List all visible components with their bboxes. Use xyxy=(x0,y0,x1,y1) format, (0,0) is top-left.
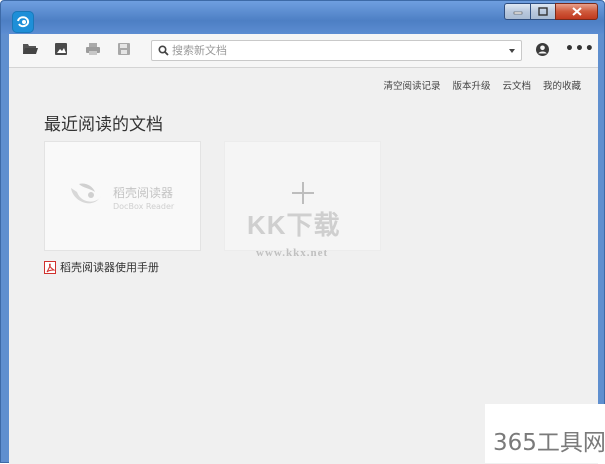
toolbar: ••• xyxy=(9,34,598,68)
print-icon[interactable] xyxy=(85,42,103,58)
upgrade-link[interactable]: 版本升级 xyxy=(452,78,490,92)
folder-open-icon[interactable] xyxy=(22,42,40,58)
recent-doc-card[interactable]: 稻壳阅读器 DocBox Reader xyxy=(44,141,201,251)
corner-watermark: 365工具网 xyxy=(485,404,605,463)
maximize-button[interactable] xyxy=(530,3,555,20)
title-bar xyxy=(1,1,604,34)
doc-thumb-title: 稻壳阅读器 xyxy=(113,186,174,200)
minimize-icon xyxy=(513,11,522,14)
recent-doc-title-row[interactable]: 稻壳阅读器使用手册 xyxy=(44,259,159,275)
dropdown-arrow-icon[interactable] xyxy=(509,49,515,53)
watermark-text: KK下载 xyxy=(247,210,341,240)
docbox-logo-icon xyxy=(71,183,101,204)
close-icon xyxy=(571,7,582,16)
app-window: ••• 清空阅读记录 版本升级 云文档 我的收藏 最近阅读的文档 稻壳阅读器 D… xyxy=(0,0,605,464)
search-icon xyxy=(158,45,169,56)
minimize-button[interactable] xyxy=(504,3,530,20)
cloud-docs-link[interactable]: 云文档 xyxy=(502,78,531,92)
close-button[interactable] xyxy=(555,3,598,20)
doc-thumb-subtitle: DocBox Reader xyxy=(113,202,175,211)
save-icon[interactable] xyxy=(117,42,135,58)
search-box[interactable] xyxy=(151,40,522,61)
more-icon[interactable]: ••• xyxy=(565,42,594,58)
search-input[interactable] xyxy=(172,42,492,59)
plus-icon xyxy=(292,182,314,204)
app-logo-icon[interactable] xyxy=(12,11,34,33)
pdf-file-icon xyxy=(44,260,56,274)
user-icon[interactable] xyxy=(535,42,550,57)
recent-doc-title[interactable]: 稻壳阅读器使用手册 xyxy=(60,259,159,275)
maximize-icon xyxy=(538,7,548,16)
image-icon[interactable] xyxy=(54,42,72,58)
corner-watermark-text: 365工具网 xyxy=(493,430,605,456)
favorites-link[interactable]: 我的收藏 xyxy=(543,78,581,92)
clear-history-link[interactable]: 清空阅读记录 xyxy=(383,78,440,92)
recent-docs-heading: 最近阅读的文档 xyxy=(44,115,163,135)
quick-links: 清空阅读记录 版本升级 云文档 我的收藏 xyxy=(383,78,581,92)
window-controls xyxy=(504,3,598,21)
watermark-url: www.kkx.net xyxy=(256,247,329,259)
main-area: ••• 清空阅读记录 版本升级 云文档 我的收藏 最近阅读的文档 稻壳阅读器 D… xyxy=(9,34,598,464)
